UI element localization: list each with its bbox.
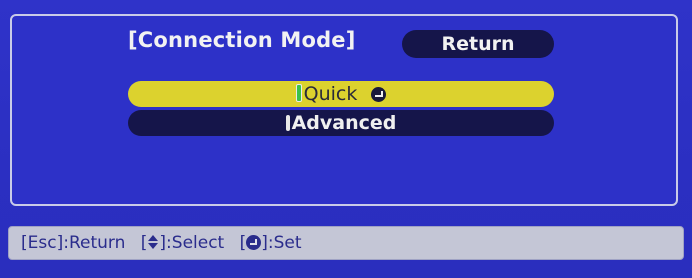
option-advanced-label: Advanced [291,112,397,134]
enter-icon [371,87,387,102]
select-key-open: [ [140,233,148,253]
menu-title: [Connection Mode] [128,28,356,52]
up-down-arrow-icon [147,235,159,249]
projector-osd-screen: [Connection Mode] Return Quick Advanced … [0,0,692,278]
help-set: []:Set [240,233,302,253]
option-quick-label: Quick [303,83,358,105]
help-bar: [Esc]:Return []:Select []:Set [8,226,684,260]
set-key-close: ] [261,233,268,253]
help-esc: [Esc]:Return [21,233,125,253]
esc-action-label: :Return [63,233,126,253]
select-action-label: :Select [166,233,225,253]
radio-empty-icon [285,115,290,131]
set-key-open: [ [239,233,247,253]
option-quick[interactable]: Quick [128,81,554,107]
return-button[interactable]: Return [402,30,554,58]
set-action-label: :Set [267,233,302,253]
enter-icon [246,235,262,250]
option-advanced[interactable]: Advanced [128,110,554,136]
help-select: []:Select [141,233,224,253]
radio-selected-icon [295,84,302,102]
esc-key-label: [Esc] [21,233,64,253]
